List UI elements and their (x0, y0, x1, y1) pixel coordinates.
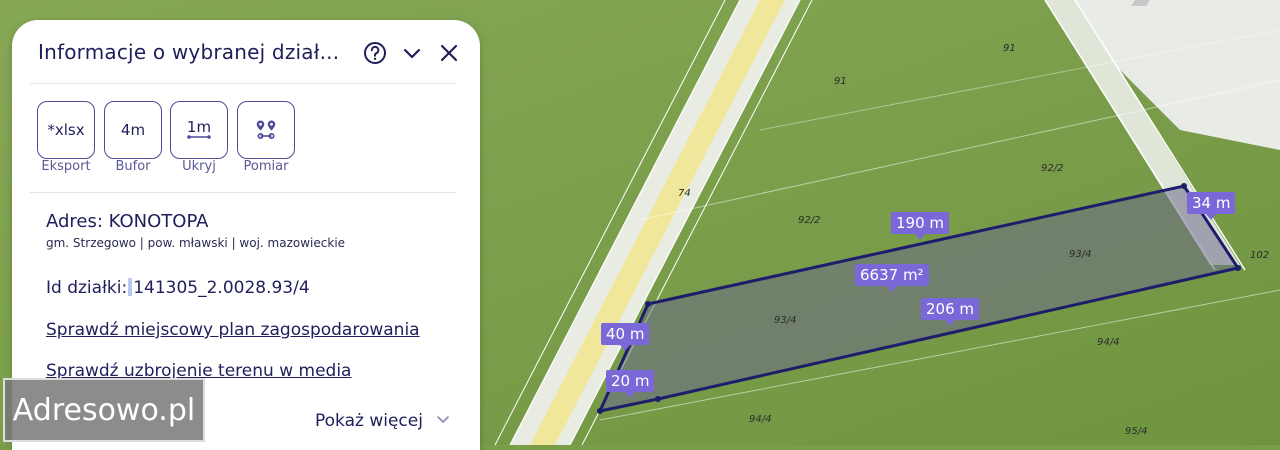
measure-pins-icon (256, 120, 276, 140)
show-more-button[interactable]: Pokaż więcej (315, 411, 450, 431)
dimension-label-left: 40 m (601, 323, 650, 351)
plot-label: 93/4 (1069, 249, 1092, 260)
hide-button[interactable]: 1m (170, 101, 228, 159)
plot-label: 94/4 (749, 414, 772, 425)
plot-label: 92/2 (798, 215, 821, 226)
address: Adres: KONOTOPA (46, 211, 209, 232)
plot-label: 94/4 (1097, 337, 1120, 348)
ruler-icon (187, 135, 211, 139)
adresowo-watermark: Adresowo.pl (3, 378, 205, 442)
hide-value: 1m (186, 118, 212, 136)
measure-label: Pomiar (243, 159, 289, 174)
plot-label: 91 (1003, 43, 1016, 54)
divider (30, 192, 456, 193)
export-value: *xlsx (47, 121, 85, 139)
plot-label: 93/4 (774, 315, 797, 326)
buffer-value: 4m (120, 121, 146, 139)
parcel-id: Id działki: 141305_2.0028.93/4 (46, 278, 310, 298)
buffer-button[interactable]: 4m (104, 101, 162, 159)
panel-header: Informacje o wybranej dział... (38, 40, 468, 66)
dimension-label-area: 6637 m² (855, 264, 929, 292)
measure-button[interactable] (237, 101, 295, 159)
export-button[interactable]: *xlsx (37, 101, 95, 159)
plot-label: 92/2 (1041, 163, 1064, 174)
close-icon[interactable] (436, 40, 462, 66)
help-icon[interactable] (362, 40, 388, 66)
plot-label: 102 (1250, 250, 1270, 261)
panel-title: Informacje o wybranej dział... (38, 40, 340, 64)
dimension-label-top: 190 m (891, 212, 950, 240)
export-label: Eksport (41, 159, 91, 174)
show-more-label: Pokaż więcej (315, 411, 423, 431)
dimension-label-right: 34 m (1187, 192, 1236, 220)
plot-label: 74 (678, 188, 691, 199)
text-cursor (128, 278, 133, 296)
dimension-label-bottom: 206 m (921, 298, 980, 326)
hide-label: Ukryj (182, 159, 216, 174)
parcel-id-value[interactable]: 141305_2.0028.93/4 (133, 278, 309, 298)
divider (30, 83, 456, 84)
address-details: gm. Strzegowo | pow. mławski | woj. mazo… (46, 236, 346, 250)
dimension-label-left-short: 20 m (606, 370, 655, 398)
parcel-id-label: Id działki: (46, 278, 128, 298)
local-plan-link[interactable]: Sprawdź miejscowy plan zagospodarowania (46, 320, 420, 340)
buffer-label: Bufor (115, 159, 151, 174)
chevron-down-icon (437, 416, 450, 423)
plot-label: 95/4 (1125, 426, 1148, 437)
chevron-down-icon[interactable] (399, 40, 425, 66)
plot-label: 91 (834, 76, 847, 87)
